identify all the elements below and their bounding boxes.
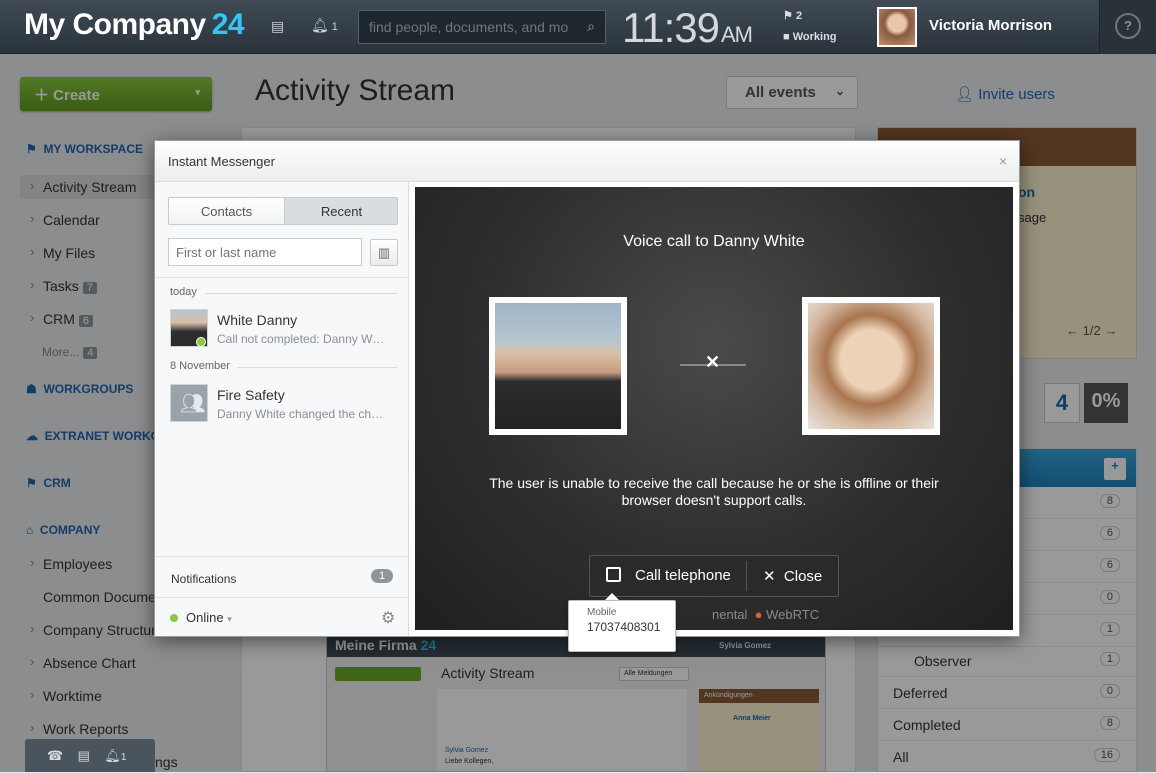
close-button[interactable]: ✕ Close (747, 556, 839, 596)
user-avatar[interactable] (877, 7, 917, 47)
search-box: ⌕ (358, 10, 606, 44)
group-chat-icon: 👥︎ (170, 384, 208, 422)
phone-tooltip[interactable]: Mobile 17037408301 (568, 600, 676, 652)
call-error-message: The user is unable to receive the call b… (489, 475, 939, 508)
divider (155, 277, 408, 278)
phone-icon (606, 567, 621, 582)
contact-item-fire-safety[interactable]: 👥︎ Fire Safety Danny White changed the c… (155, 377, 408, 429)
tooltip-label: Mobile (587, 607, 617, 618)
help-button[interactable]: ? (1099, 0, 1156, 54)
button-label: Close (783, 568, 823, 585)
webrtc-label: nental ● WebRTC (712, 607, 819, 622)
phone-icon[interactable]: ▥ (370, 239, 398, 266)
tab-contacts[interactable]: Contacts (169, 198, 284, 224)
clock[interactable]: 11:39AM (622, 4, 753, 52)
flag-icon: ⚑ (783, 10, 793, 22)
contact-search-input[interactable] (168, 238, 362, 266)
clock-time: 11:39 (622, 4, 720, 51)
bell-icon[interactable]: 🔔︎ 1 (311, 17, 338, 34)
online-status-icon (196, 337, 206, 347)
tab-recent[interactable]: Recent (284, 198, 397, 224)
webrtc-prefix: nental (712, 607, 748, 622)
chat-icon[interactable]: ▤ (271, 18, 284, 35)
call-button-group: Call telephone ✕ Close (589, 555, 839, 597)
call-panel: Voice call to Danny White ✕ The user is … (415, 187, 1013, 630)
chat-icon[interactable]: ▤ (78, 748, 90, 763)
logo-name: My Company (24, 8, 206, 41)
dialog-title: Instant Messenger (155, 141, 1019, 182)
search-icon[interactable]: ⌕ (587, 18, 595, 35)
webrtc-text: WebRTC (766, 607, 820, 622)
user-name[interactable]: Victoria Morrison (929, 17, 1052, 34)
webrtc-icon: ● (754, 607, 763, 622)
divider (237, 367, 397, 368)
contact-last-message: Call not completed: Danny White is not o… (217, 332, 387, 346)
group-label-today: today (170, 286, 197, 298)
bottom-toolbar: ☎ ▤ 🔔︎1 (25, 739, 155, 772)
bell-icon[interactable]: 🔔︎ (104, 748, 121, 763)
close-icon: ✕ (763, 568, 776, 585)
bell-count: 1 (331, 21, 338, 33)
search-input[interactable] (359, 11, 569, 43)
call-heading: Voice call to Danny White (623, 233, 805, 250)
help-icon: ? (1115, 13, 1141, 39)
clock-ampm: AM (721, 22, 753, 47)
contact-name: Fire Safety (217, 387, 285, 403)
caller-photo (802, 297, 940, 435)
bell-count: 1 (120, 752, 127, 763)
work-status[interactable]: ■ Working (783, 31, 837, 43)
divider (205, 293, 397, 294)
flag-counter[interactable]: ⚑ 2 (783, 9, 802, 22)
status-selector[interactable]: Online ▾ (155, 597, 408, 636)
top-bar: My Company24 ▤ 🔔︎1 ⌕ 11:39AM ⚑ 2 ■ Worki… (0, 0, 1156, 54)
group-label-date: 8 November (170, 360, 230, 372)
callee-photo (489, 297, 627, 435)
contact-last-message: Danny White changed the chat title (217, 407, 387, 421)
status-label: Online (186, 610, 224, 625)
notifications-label: Notifications (171, 572, 237, 586)
contact-tabs: Contacts Recent (168, 197, 398, 225)
instant-messenger-dialog: Instant Messenger × Contacts Recent ▥ to… (154, 140, 1020, 652)
online-dot-icon (170, 614, 178, 622)
logo-number: 24 (211, 8, 245, 41)
button-label: Call telephone (635, 567, 731, 584)
flag-count: 2 (795, 10, 803, 22)
phone-icon[interactable]: ☎ (47, 748, 63, 763)
close-icon[interactable]: × (999, 153, 1007, 169)
close-icon: ✕ (705, 352, 721, 372)
contact-item-danny[interactable]: White Danny Call not completed: Danny Wh… (155, 302, 408, 354)
gear-icon[interactable]: ⚙ (381, 608, 395, 628)
contacts-pane: Contacts Recent ▥ today White Danny Call… (155, 182, 409, 636)
notifications-count: 1 (371, 569, 394, 583)
chevron-down-icon: ▾ (227, 614, 232, 624)
call-telephone-button[interactable]: Call telephone (590, 556, 745, 596)
logo[interactable]: My Company 24 (24, 8, 245, 42)
stop-icon: ■ (783, 31, 790, 43)
contact-name: White Danny (217, 312, 298, 328)
tooltip-phone-number: 17037408301 (587, 620, 661, 634)
work-status-label: Working (792, 31, 837, 43)
